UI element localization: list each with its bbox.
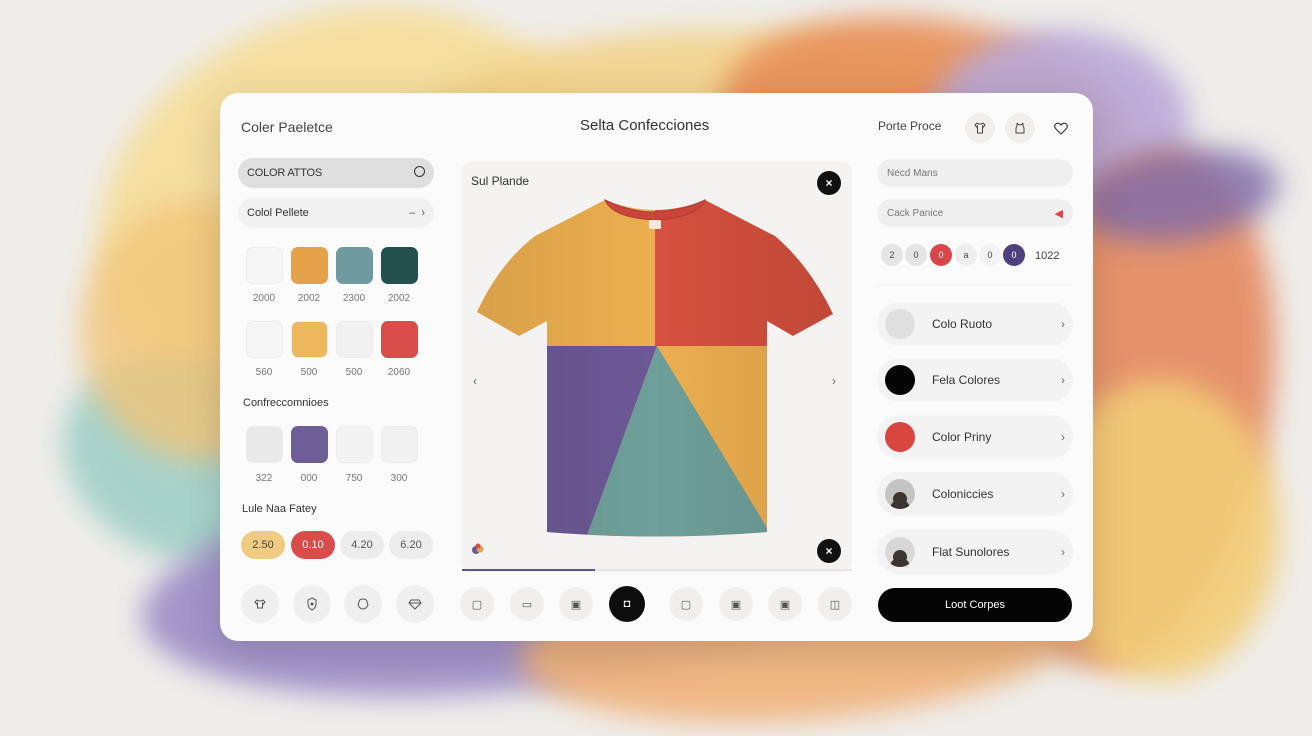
tank-top-icon[interactable] xyxy=(1005,113,1035,143)
color-swatch[interactable] xyxy=(291,321,328,358)
swatch-label: 2060 xyxy=(387,367,411,378)
color-dropdown-label: COLOR ATTOS xyxy=(247,167,323,179)
color-swatch[interactable] xyxy=(336,247,373,284)
divider xyxy=(877,285,1073,286)
color-dot xyxy=(885,309,915,339)
page-title: Selta Confecciones xyxy=(580,117,710,134)
caret-left-icon: ◀ xyxy=(1054,207,1063,220)
chevron-right-icon: › xyxy=(1061,430,1065,444)
swatch-label: 300 xyxy=(390,473,408,484)
color-swatch[interactable] xyxy=(381,321,418,358)
tool-active-icon[interactable]: ◘ xyxy=(609,586,645,622)
search-field[interactable]: Necd Mans xyxy=(877,159,1073,187)
color-swatch[interactable] xyxy=(381,247,418,284)
shirt-outline-icon[interactable] xyxy=(241,585,279,623)
value-tag[interactable]: 0.10 xyxy=(291,531,335,559)
palette-selector[interactable]: Colol Pellete – › xyxy=(238,198,434,228)
swatch-label: 2002 xyxy=(297,293,321,304)
avatar xyxy=(885,537,915,567)
color-swatch[interactable] xyxy=(291,426,328,463)
close-icon[interactable]: × xyxy=(817,539,841,563)
tool-6-icon[interactable]: ▣ xyxy=(719,587,753,621)
image-progress xyxy=(462,569,852,571)
swatch-label: 560 xyxy=(255,367,273,378)
color-dropdown[interactable]: COLOR ATTOS xyxy=(238,158,434,188)
chevron-right-icon: › xyxy=(1061,487,1065,501)
face-icon[interactable] xyxy=(344,585,382,623)
filter-chip[interactable]: 0 xyxy=(1003,244,1025,266)
tool-5-icon[interactable]: ▢ xyxy=(669,587,703,621)
shirt-icon[interactable] xyxy=(965,113,995,143)
option-row[interactable]: Color Priny › xyxy=(877,415,1073,459)
palette-controls: – › xyxy=(409,207,425,219)
app-window: Coler Paeletce Selta Confecciones Porte … xyxy=(220,93,1093,641)
brand-icon xyxy=(471,542,485,556)
value-tag[interactable]: 6.20 xyxy=(389,531,433,559)
filter-chip[interactable]: 0 xyxy=(905,244,927,266)
chevron-right-icon: › xyxy=(1061,317,1065,331)
tool-3-icon[interactable]: ▣ xyxy=(559,587,593,621)
chevron-right-icon: › xyxy=(1061,545,1065,559)
shield-icon[interactable] xyxy=(293,585,331,623)
option-label: Color Priny xyxy=(932,430,992,444)
color-dot xyxy=(885,422,915,452)
chevron-right-icon: › xyxy=(1061,373,1065,387)
app-title: Coler Paeletce xyxy=(241,119,333,135)
swatch-label: 2300 xyxy=(342,293,366,304)
swatch-label: 2002 xyxy=(387,293,411,304)
tool-1-icon[interactable]: ▢ xyxy=(460,587,494,621)
value-tag[interactable]: 4.20 xyxy=(340,531,384,559)
section-label: Confreccomnioes xyxy=(243,397,329,409)
swatch-label: 500 xyxy=(300,367,318,378)
color-swatch[interactable] xyxy=(246,321,283,358)
swatch-label: 750 xyxy=(345,473,363,484)
diamond-icon[interactable] xyxy=(396,585,434,623)
swatch-label: 000 xyxy=(300,473,318,484)
color-dot xyxy=(885,365,915,395)
tool-7-icon[interactable]: ▣ xyxy=(768,587,802,621)
radio-icon xyxy=(414,166,425,180)
option-row[interactable]: Colo Ruoto › xyxy=(877,302,1073,346)
color-swatch[interactable] xyxy=(336,321,373,358)
tshirt-image xyxy=(477,198,833,537)
option-label: Coloniccies xyxy=(932,487,994,501)
filter-chip[interactable]: 0 xyxy=(930,244,952,266)
swatch-label: 322 xyxy=(255,473,273,484)
chevron-right-icon: › xyxy=(421,207,425,219)
preview-title: Sul Plande xyxy=(471,174,530,188)
value-tag[interactable]: 2.50 xyxy=(241,531,285,559)
filter-chip[interactable]: a xyxy=(955,244,977,266)
tool-8-icon[interactable]: ◫ xyxy=(818,587,852,621)
option-row[interactable]: Flat Sunolores › xyxy=(877,530,1073,574)
palette-label: Colol Pellete xyxy=(247,207,309,219)
header-right-label[interactable]: Porte Proce xyxy=(878,119,941,133)
option-label: Fela Colores xyxy=(932,373,1001,387)
option-label: Colo Ruoto xyxy=(932,317,993,331)
heart-icon[interactable] xyxy=(1046,113,1076,143)
color-swatch[interactable] xyxy=(246,426,283,463)
color-swatch[interactable] xyxy=(381,426,418,463)
filter-chip[interactable]: 0 xyxy=(979,244,1001,266)
filter-field[interactable]: Cack Panice ◀ xyxy=(877,199,1073,227)
filter-chip[interactable]: 2 xyxy=(881,244,903,266)
option-label: Flat Sunolores xyxy=(932,545,1010,559)
tags-label: Lule Naa Fatey xyxy=(242,503,317,515)
image-progress-fill xyxy=(462,569,595,571)
primary-action-button[interactable]: Loot Corpes xyxy=(878,588,1072,622)
color-swatch[interactable] xyxy=(246,247,283,284)
close-icon[interactable]: × xyxy=(817,171,841,195)
swatch-label: 500 xyxy=(345,367,363,378)
color-swatch[interactable] xyxy=(291,247,328,284)
swatch-label: 2000 xyxy=(252,293,276,304)
avatar xyxy=(885,479,915,509)
filter-field-text: Cack Panice xyxy=(887,207,944,219)
chip-count: 1022 xyxy=(1035,250,1060,262)
search-field-text: Necd Mans xyxy=(887,167,938,179)
product-preview: Sul Plande × × ‹ › xyxy=(461,162,852,572)
option-row[interactable]: Coloniccies › xyxy=(877,472,1073,516)
option-row[interactable]: Fela Colores › xyxy=(877,358,1073,402)
color-swatch[interactable] xyxy=(336,426,373,463)
tool-2-icon[interactable]: ▭ xyxy=(510,587,544,621)
